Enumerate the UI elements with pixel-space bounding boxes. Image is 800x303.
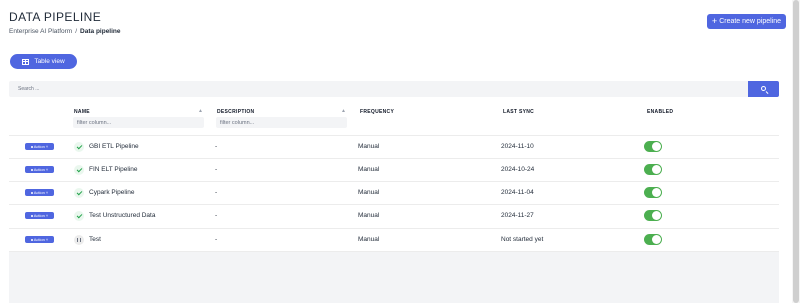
search-icon (761, 86, 766, 91)
column-header-last-sync: LAST SYNC (503, 109, 535, 115)
pipeline-name[interactable]: FIN ELT Pipeline (89, 166, 138, 173)
chevron-down-icon: ˅ (45, 190, 49, 195)
pipeline-frequency: Manual (358, 143, 380, 150)
breadcrumb-parent[interactable]: Enterprise AI Platform (9, 28, 72, 35)
check-icon (74, 165, 84, 175)
action-label: Action (33, 190, 45, 195)
pause-icon (74, 235, 84, 245)
table-row: Action ˅ Test Unstructured Data - Manual… (9, 204, 779, 227)
filter-placeholder: filter column... (77, 119, 112, 126)
page-title: DATA PIPELINE (9, 10, 102, 24)
enabled-toggle[interactable] (644, 187, 662, 198)
pipeline-frequency: Manual (358, 212, 380, 219)
description-filter-input[interactable]: filter column... (216, 117, 347, 128)
action-label: Action (33, 144, 45, 149)
check-icon (74, 188, 84, 198)
scrollbar-thumb[interactable] (793, 0, 799, 303)
enabled-toggle[interactable] (644, 164, 662, 175)
action-dot-icon (30, 145, 33, 148)
action-button[interactable]: Action ˅ (25, 143, 54, 150)
column-header-frequency: FREQUENCY (360, 109, 395, 115)
pipeline-description: - (215, 166, 218, 173)
table-row: Action ˅ Cypark Pipeline - Manual 2024-1… (9, 181, 779, 204)
table-icon (22, 58, 30, 65)
chevron-down-icon: ˅ (45, 167, 49, 172)
pipeline-name[interactable]: Test Unstructured Data (89, 212, 155, 219)
breadcrumb-separator: / (75, 28, 78, 35)
create-pipeline-button[interactable]: + Create new pipeline (707, 14, 786, 29)
action-dot-icon (30, 238, 33, 241)
column-header-description[interactable]: DESCRIPTION (217, 109, 254, 115)
pipeline-last-sync: 2024-10-24 (501, 166, 535, 173)
action-button[interactable]: Action ˅ (25, 166, 54, 173)
pipeline-last-sync: 2024-11-10 (501, 143, 534, 150)
create-pipeline-label: Create new pipeline (719, 18, 782, 25)
pipeline-last-sync: Not started yet (501, 236, 544, 243)
filter-placeholder: filter column... (220, 119, 255, 126)
pipeline-description: - (215, 212, 218, 219)
action-label: Action (33, 237, 45, 242)
pipeline-frequency: Manual (358, 189, 380, 196)
pipeline-frequency: Manual (358, 166, 380, 173)
check-icon (74, 211, 84, 221)
sort-description-icon[interactable]: ▲ (341, 108, 346, 114)
column-header-name[interactable]: NAME (74, 109, 90, 115)
table-view-label: Table view (34, 58, 65, 65)
breadcrumb: Enterprise AI Platform / Data pipeline (9, 28, 121, 35)
pipeline-name[interactable]: Cypark Pipeline (89, 189, 135, 196)
table-view-button[interactable]: Table view (10, 54, 77, 69)
sort-name-icon[interactable]: ▲ (198, 108, 203, 114)
plus-icon: + (711, 16, 718, 26)
pipeline-last-sync: 2024-11-04 (501, 189, 534, 196)
pipeline-description: - (215, 189, 218, 196)
pipeline-description: - (215, 236, 218, 243)
table-row: Action ˅ GBI ETL Pipeline - Manual 2024-… (9, 135, 779, 158)
enabled-toggle[interactable] (644, 210, 662, 221)
pipeline-frequency: Manual (358, 236, 380, 243)
enabled-toggle[interactable] (644, 141, 662, 152)
chevron-down-icon: ˅ (45, 237, 49, 242)
action-button[interactable]: Action ˅ (25, 236, 54, 243)
action-dot-icon (30, 214, 33, 217)
action-button[interactable]: Action ˅ (25, 189, 54, 196)
search-button[interactable] (748, 81, 779, 97)
action-dot-icon (30, 168, 33, 171)
table-empty-area (9, 251, 779, 303)
pipeline-name[interactable]: Test (89, 236, 101, 243)
table-row: Action ˅ Test - Manual Not started yet (9, 228, 779, 251)
check-icon (74, 142, 84, 152)
search-placeholder: Search ... (18, 86, 40, 92)
chevron-down-icon: ˅ (45, 144, 49, 149)
pipeline-name[interactable]: GBI ETL Pipeline (89, 143, 139, 150)
pipeline-description: - (215, 143, 218, 150)
action-button[interactable]: Action ˅ (25, 212, 54, 219)
chevron-down-icon: ˅ (45, 213, 49, 218)
action-label: Action (33, 167, 45, 172)
enabled-toggle[interactable] (644, 234, 662, 245)
table-row: Action ˅ FIN ELT Pipeline - Manual 2024-… (9, 158, 779, 181)
search-input[interactable]: Search ... (9, 81, 748, 97)
action-label: Action (33, 213, 45, 218)
name-filter-input[interactable]: filter column... (73, 117, 204, 128)
pipeline-last-sync: 2024-11-27 (501, 212, 534, 219)
action-dot-icon (30, 191, 33, 194)
column-header-enabled: ENABLED (647, 109, 674, 115)
breadcrumb-current: Data pipeline (80, 28, 121, 35)
